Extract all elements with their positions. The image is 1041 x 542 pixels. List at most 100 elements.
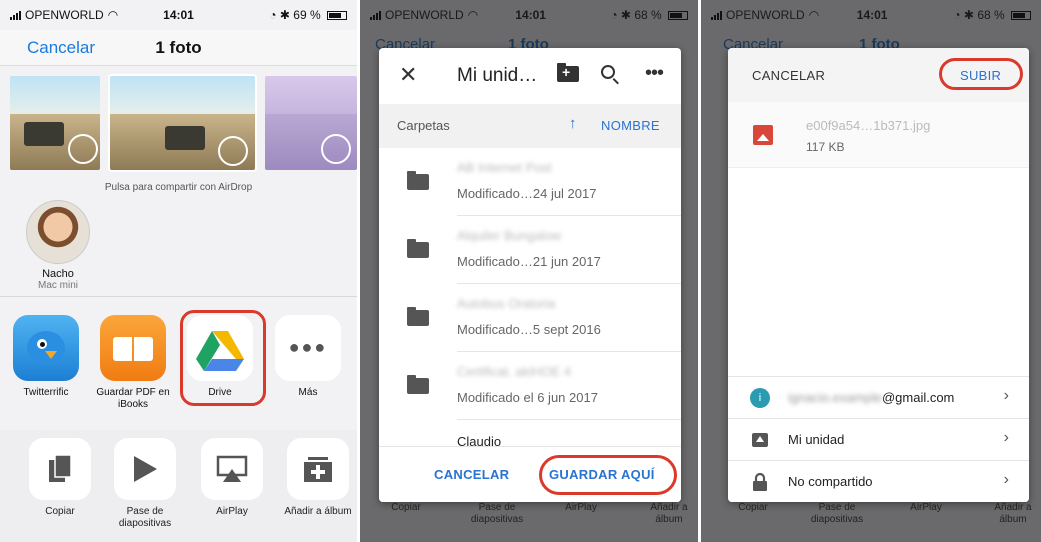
carrier-name: OPENWORLD [25, 8, 104, 22]
upload-highlight-circle [939, 58, 1023, 90]
more-icon: ●●● [275, 315, 341, 381]
close-icon[interactable]: ✕ [399, 62, 417, 88]
background-header: Cancelar 1 foto [360, 30, 698, 53]
action-label: AirPlay [216, 506, 248, 517]
app-label: Más [298, 387, 318, 398]
divider [0, 296, 357, 297]
chevron-right-icon: › [1003, 471, 1009, 488]
signal-icon [711, 10, 722, 20]
picker-footer: CANCELAR GUARDAR AQUÍ [379, 446, 681, 502]
drive-folder-icon [750, 430, 770, 450]
folder-modified: Modificado…24 jul 2017 [457, 186, 597, 201]
file-size: 117 KB [806, 140, 845, 154]
app-label: Twitterrific [23, 387, 69, 398]
status-bar: OPENWORLD ◠ 14:01 ◔ ✱ 68 % [360, 0, 698, 30]
contact-name: Nacho [42, 268, 74, 280]
action-label: Copiar [45, 506, 75, 517]
lock-icon [750, 472, 770, 492]
folder-modified: Modificado…21 jun 2017 [457, 254, 601, 269]
action-add-album[interactable]: Añadir a álbum [276, 438, 357, 518]
folder-name: AB Internet Post [457, 160, 552, 175]
action-airplay[interactable]: AirPlay [190, 438, 274, 518]
add-album-icon [287, 438, 349, 500]
background-action-label: AirPlay [565, 502, 597, 513]
app-ibooks[interactable]: Guardar PDF en iBooks [93, 303, 173, 411]
folder-item[interactable]: AB Internet Post Modificado…24 jul 2017 [379, 148, 681, 216]
picker-title: Mi unid… [457, 65, 538, 86]
share-header: 1 foto Cancelar [0, 30, 357, 66]
sharing-row[interactable]: No compartido › [728, 460, 1029, 502]
background-action-label: Copiar [391, 502, 421, 513]
action-copy[interactable]: Copiar [18, 438, 102, 518]
battery-icon [1011, 11, 1032, 21]
sort-arrow-up-icon[interactable]: ↑ [569, 115, 577, 132]
more-options-icon[interactable]: ••• [645, 62, 664, 85]
background-action-label: Copiar [738, 502, 768, 513]
folder-name: Alquiler Bungalow [457, 228, 562, 243]
section-label: Carpetas [397, 118, 450, 133]
status-bar: OPENWORLD ◠ 14:01 ◔ ✱ 69 % [0, 0, 357, 30]
action-label: Pase de diapositivas [118, 506, 172, 529]
background-action-label: Pase de diapositivas [810, 502, 864, 525]
chevron-right-icon: › [1003, 387, 1009, 404]
avatar [26, 200, 90, 264]
sort-by-name-button[interactable]: NOMBRE [601, 118, 660, 133]
photo-strip[interactable] [0, 74, 357, 172]
folder-item[interactable]: Certificat. akiHOE 4 Modificado el 6 jun… [379, 352, 681, 420]
action-row: Copiar Pase de diapositivas AirPlay Añad… [0, 430, 357, 542]
cancel-button[interactable]: CANCELAR [434, 467, 509, 482]
app-twitterrific[interactable]: Twitterrific [6, 303, 86, 399]
background-action-label: AirPlay [910, 502, 942, 513]
action-label: Añadir a álbum [284, 506, 352, 517]
destination-row[interactable]: Mi unidad › [728, 418, 1029, 460]
status-time: 14:01 [856, 8, 888, 22]
ibooks-icon [100, 315, 166, 381]
chevron-right-icon: › [1003, 429, 1009, 446]
folder-modified: Modificado…5 sept 2016 [457, 322, 601, 337]
sharing-label: No compartido [788, 474, 873, 489]
folder-icon [407, 239, 429, 258]
signal-icon [370, 10, 381, 20]
photo-thumbnail[interactable] [10, 76, 100, 170]
battery-percent: 68 % [634, 8, 662, 22]
action-slideshow[interactable]: Pase de diapositivas [103, 438, 187, 530]
new-folder-icon[interactable]: + [557, 63, 579, 82]
battery-icon [326, 11, 347, 21]
photo-thumbnail-selected[interactable] [108, 74, 257, 172]
airdrop-contact[interactable]: Nacho Mac mini [22, 200, 94, 291]
cancel-button[interactable]: CANCELAR [752, 68, 825, 83]
cancel-button[interactable]: Cancelar [27, 38, 95, 58]
wifi-icon: ◠ [808, 8, 820, 22]
folder-item[interactable]: Alquiler Bungalow Modificado…21 jun 2017 [379, 216, 681, 284]
background-action-label: Pase de diapositivas [470, 502, 524, 525]
status-time: 14:01 [163, 8, 194, 22]
folder-item[interactable]: Autobus Oratoria Modificado…5 sept 2016 [379, 284, 681, 352]
folder-picker-dialog: ✕ Mi unid… + ••• Carpetas ↑ NOMBRE AB In… [379, 48, 681, 502]
background-action-label: Añadir a álbum [650, 502, 688, 525]
carrier-name: OPENWORLD [385, 8, 464, 22]
carrier-name: OPENWORLD [726, 8, 805, 22]
file-entry[interactable]: e00f9a54…1b371.jpg 117 KB [728, 102, 1029, 168]
orientation-lock-icon: ◔ ✱ [610, 8, 631, 22]
battery-percent: 69 % [293, 8, 321, 22]
share-sheet-panel: OPENWORLD ◠ 14:01 ◔ ✱ 69 % 1 foto Cancel… [0, 0, 357, 542]
status-bar: OPENWORLD ◠ 14:01 ◔ ✱ 68 % [701, 0, 1041, 30]
twitterrific-icon [13, 315, 79, 381]
wifi-icon: ◠ [107, 8, 119, 22]
drive-highlight-circle [180, 310, 266, 406]
app-more[interactable]: ●●● Más [268, 303, 348, 399]
account-row[interactable]: i ignacio.example@gmail.com › [728, 376, 1029, 418]
background-action-label: Añadir a álbum [994, 502, 1032, 525]
airdrop-hint: Pulsa para compartir con AirDrop [104, 182, 253, 193]
picker-toolbar: ✕ Mi unid… + ••• [379, 48, 681, 104]
search-icon[interactable] [601, 65, 615, 79]
battery-icon [668, 11, 689, 21]
app-row: Twitterrific Guardar PDF en iBooks Drive… [0, 303, 357, 418]
folder-modified: Modificado el 6 jun 2017 [457, 390, 598, 405]
background-header: Cancelar 1 foto [701, 30, 1041, 53]
orientation-lock-icon: ◔ ✱ [953, 8, 974, 22]
photo-thumbnail[interactable] [265, 76, 357, 170]
upload-dialog: CANCELAR SUBIR e00f9a54…1b371.jpg 117 KB… [728, 48, 1029, 502]
file-name[interactable]: e00f9a54…1b371.jpg [806, 118, 930, 133]
upload-toolbar: CANCELAR SUBIR [728, 48, 1029, 102]
